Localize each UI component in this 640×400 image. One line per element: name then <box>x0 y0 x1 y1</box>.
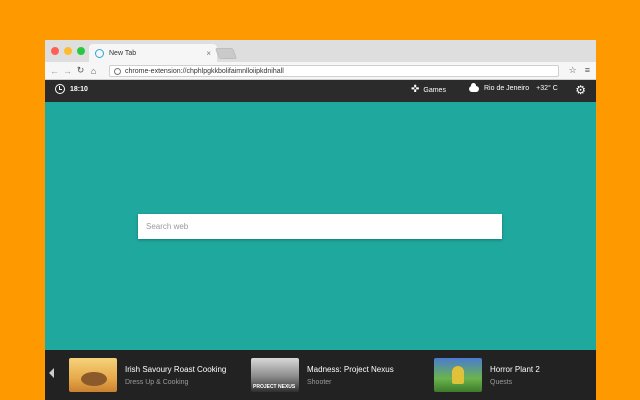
window-controls <box>51 47 85 55</box>
game-category: Dress Up & Cooking <box>125 379 189 386</box>
cloud-icon <box>469 82 479 92</box>
close-window-button[interactable] <box>51 47 59 55</box>
game-card[interactable]: Madness: Project Nexus Shooter <box>251 358 394 392</box>
game-title: Madness: Project Nexus <box>307 365 394 374</box>
weather-temperature: +32° C <box>536 85 558 92</box>
weather-widget[interactable]: Rio de Jeneiro +32° C <box>469 82 558 92</box>
toolbar-actions: ☆ ≡ <box>569 65 590 76</box>
home-icon[interactable]: ⌂ <box>88 66 99 76</box>
game-thumbnail <box>69 358 117 392</box>
address-bar[interactable]: chrome-extension://chphlpgkkbolifaimnllo… <box>109 65 559 77</box>
game-card[interactable]: Irish Savoury Roast Cooking Dress Up & C… <box>69 358 226 392</box>
clock: 18:10 <box>55 84 88 94</box>
tab-favicon-icon <box>95 48 104 58</box>
tab-strip: New Tab × <box>45 40 596 62</box>
search-input[interactable] <box>138 214 502 239</box>
info-icon[interactable] <box>114 67 121 75</box>
carousel-prev-arrow-icon[interactable] <box>49 368 54 378</box>
game-category: Quests <box>490 379 513 386</box>
browser-toolbar: ← → ↻ ⌂ chrome-extension://chphlpgkkboli… <box>45 62 596 80</box>
maximize-window-button[interactable] <box>77 47 85 55</box>
game-title: Irish Savoury Roast Cooking <box>125 365 227 374</box>
minimize-window-button[interactable] <box>64 47 72 55</box>
tab-close-icon[interactable]: × <box>206 49 211 58</box>
clock-icon <box>55 84 65 94</box>
back-icon[interactable]: ← <box>49 66 60 76</box>
game-title: Horror Plant 2 <box>490 365 540 374</box>
clock-time: 18:10 <box>70 85 88 93</box>
tab-new-tab[interactable]: New Tab × <box>89 44 217 62</box>
games-button[interactable]: ✜ Games <box>411 85 446 95</box>
browser-window: New Tab × ← → ↻ ⌂ chrome-extension://chp… <box>45 40 596 400</box>
extension-top-bar: 18:10 ✜ Games Rio de Jeneiro +32° C ⚙ <box>45 80 596 102</box>
game-category: Shooter <box>307 379 332 386</box>
tab-title: New Tab <box>109 49 137 57</box>
menu-icon[interactable]: ≡ <box>585 65 590 76</box>
weather-city: Rio de Jeneiro <box>484 85 530 92</box>
game-card[interactable]: Horror Plant 2 Quests <box>434 358 540 392</box>
games-carousel: Irish Savoury Roast Cooking Dress Up & C… <box>45 350 596 400</box>
forward-icon[interactable]: → <box>62 66 73 76</box>
reload-icon[interactable]: ↻ <box>75 65 86 76</box>
gear-icon[interactable]: ⚙ <box>575 84 586 97</box>
address-url: chrome-extension://chphlpgkkbolifaimnllo… <box>125 67 284 75</box>
games-label: Games <box>423 86 446 94</box>
game-thumbnail <box>251 358 299 392</box>
new-tab-button[interactable] <box>214 48 238 59</box>
gamepad-icon: ✜ <box>411 84 420 95</box>
bookmark-star-icon[interactable]: ☆ <box>569 65 577 76</box>
game-thumbnail <box>434 358 482 392</box>
